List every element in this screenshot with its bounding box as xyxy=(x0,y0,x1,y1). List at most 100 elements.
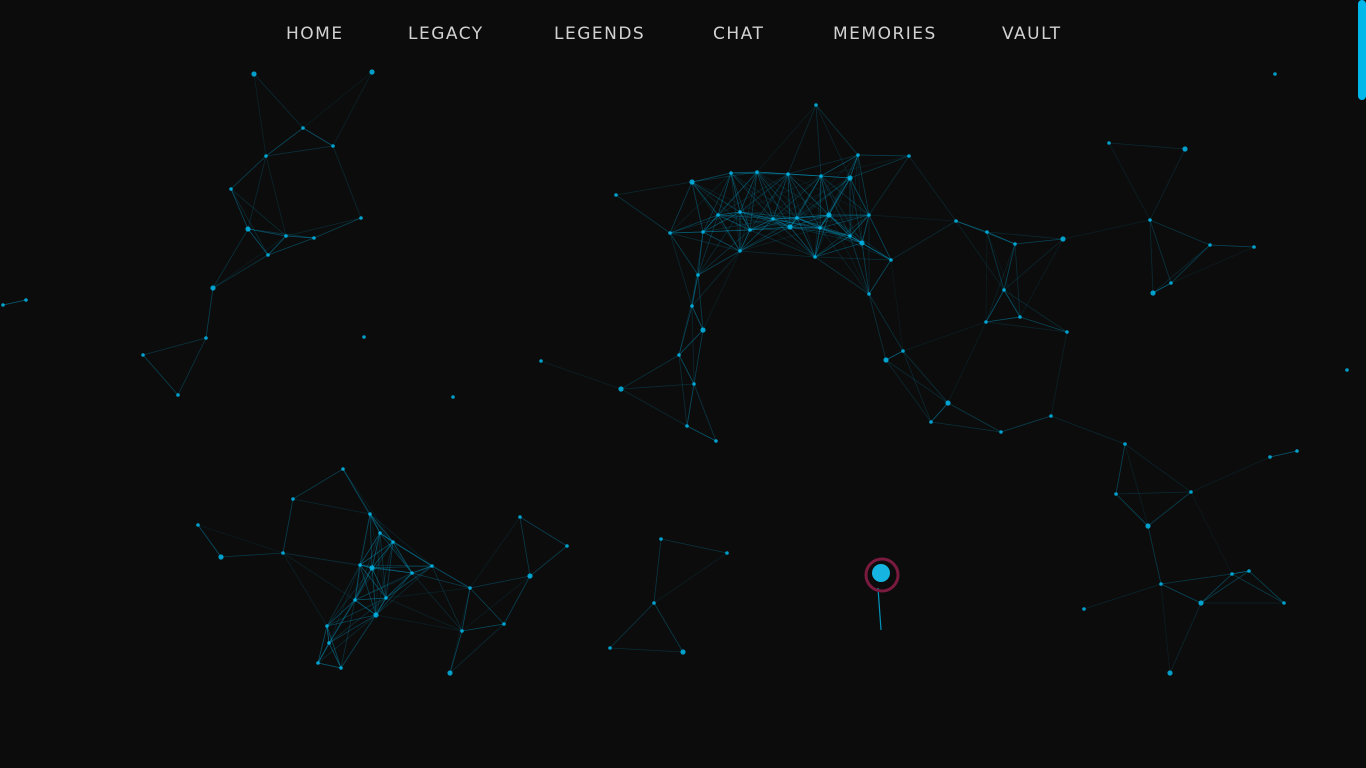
network-node xyxy=(369,565,375,571)
network-link xyxy=(902,350,949,404)
network-node xyxy=(316,661,320,665)
network-node xyxy=(331,144,335,148)
network-link xyxy=(615,181,693,196)
network-node xyxy=(539,359,543,363)
network-link xyxy=(1160,583,1171,674)
network-node xyxy=(738,249,742,253)
mouse-cursor xyxy=(864,557,900,631)
network-node xyxy=(714,439,718,443)
network-link xyxy=(1149,219,1211,246)
top-navigation: HOME LEGACY LEGENDS CHAT MEMORIES VAULT xyxy=(0,24,1366,48)
network-link xyxy=(253,73,304,129)
network-link xyxy=(371,565,433,569)
network-link xyxy=(686,383,695,427)
network-link xyxy=(1019,316,1068,333)
network-link xyxy=(326,625,342,669)
network-node xyxy=(1150,290,1156,296)
network-node xyxy=(353,598,357,602)
network-link xyxy=(230,188,287,237)
network-node xyxy=(819,174,823,178)
network-link xyxy=(691,305,695,385)
network-node xyxy=(291,497,295,501)
network-link xyxy=(1147,491,1192,527)
network-node xyxy=(1013,242,1017,246)
network-node xyxy=(985,230,989,234)
network-link xyxy=(317,625,328,664)
network-link xyxy=(313,217,362,239)
network-link xyxy=(205,287,214,339)
network-node xyxy=(358,563,362,567)
network-link xyxy=(519,516,568,547)
network-link xyxy=(285,217,362,237)
nav-vault-link[interactable]: VAULT xyxy=(1002,24,1062,44)
network-link xyxy=(1149,219,1154,294)
scrollbar-thumb[interactable] xyxy=(1358,0,1366,100)
network-node xyxy=(1230,572,1234,576)
network-link xyxy=(265,145,334,157)
nav-home-link[interactable]: HOME xyxy=(286,24,344,44)
network-link xyxy=(1231,573,1285,604)
network-node xyxy=(384,596,388,600)
network-link xyxy=(1124,443,1149,527)
network-link xyxy=(1190,491,1233,575)
network-node xyxy=(141,353,145,357)
network-link xyxy=(857,154,863,244)
network-node xyxy=(369,69,375,75)
network-node xyxy=(945,400,951,406)
network-link xyxy=(947,402,1002,433)
network-node xyxy=(281,551,285,555)
nav-legends-link[interactable]: LEGENDS xyxy=(554,24,645,44)
network-node xyxy=(565,544,569,548)
network-link xyxy=(890,220,957,261)
network-link xyxy=(1200,570,1250,604)
network-link xyxy=(686,425,717,442)
network-link xyxy=(1050,415,1126,445)
network-node xyxy=(614,193,618,197)
network-link xyxy=(820,155,910,177)
network-link xyxy=(2,299,27,306)
network-node xyxy=(518,515,522,519)
network-node xyxy=(460,629,464,633)
network-node xyxy=(748,228,752,232)
network-node xyxy=(430,564,434,568)
cursor-dot-icon xyxy=(872,564,890,582)
network-link xyxy=(609,602,655,649)
network-node xyxy=(889,258,893,262)
network-node xyxy=(738,210,742,214)
network-link xyxy=(267,237,315,256)
network-link xyxy=(678,354,695,385)
nav-memories-link[interactable]: MEMORIES xyxy=(833,24,937,44)
network-node xyxy=(907,154,911,158)
network-node xyxy=(1049,414,1053,418)
network-link xyxy=(1003,238,1064,291)
network-node xyxy=(755,170,759,174)
network-link xyxy=(1149,148,1186,221)
network-link xyxy=(1115,443,1126,495)
network-links xyxy=(2,71,1298,674)
network-node xyxy=(668,231,672,235)
network-link xyxy=(265,155,287,237)
network-link xyxy=(1269,450,1298,458)
nav-chat-link[interactable]: CHAT xyxy=(713,24,764,44)
network-link xyxy=(697,274,704,331)
network-node xyxy=(659,537,663,541)
network-link xyxy=(1170,244,1211,284)
network-node xyxy=(468,586,472,590)
network-link xyxy=(828,214,870,295)
network-link xyxy=(930,402,949,423)
network-link xyxy=(678,354,688,427)
nav-legacy-link[interactable]: LEGACY xyxy=(408,24,484,44)
network-node xyxy=(410,571,414,575)
network-node xyxy=(700,327,706,333)
network-node xyxy=(1295,449,1299,453)
network-node xyxy=(284,234,288,238)
network-link xyxy=(702,172,732,233)
network-link xyxy=(787,154,859,175)
network-link xyxy=(282,552,328,627)
network-link xyxy=(212,228,249,289)
network-link xyxy=(253,73,267,157)
network-node xyxy=(502,622,506,626)
network-link xyxy=(267,235,287,256)
network-node xyxy=(999,430,1003,434)
network-node xyxy=(954,219,958,223)
